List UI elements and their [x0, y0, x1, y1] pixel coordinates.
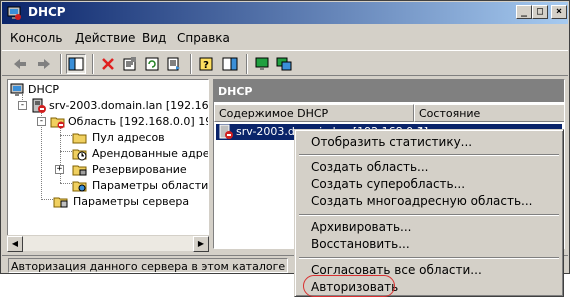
server-icon[interactable]	[252, 54, 272, 74]
dhcp-app-icon	[7, 6, 21, 20]
menu-item-restore[interactable]: Восстановить...	[311, 237, 410, 251]
authorize-highlight	[303, 275, 395, 297]
toolbar-separator	[246, 54, 248, 74]
menu-action[interactable]: Действие	[75, 31, 135, 45]
toolbar-separator	[60, 54, 62, 74]
scroll-left-icon[interactable]: ◀	[7, 236, 23, 252]
show-tree-icon[interactable]	[66, 54, 86, 74]
forward-arrow-icon[interactable]	[34, 54, 54, 74]
tree-label: srv-2003.domain.lan [192.168.0.	[49, 99, 209, 112]
tree-label: Пул адресов	[92, 131, 165, 144]
tree-label: Резервирование	[92, 163, 187, 176]
menu-item-new-superscope[interactable]: Создать суперобласть...	[311, 177, 465, 191]
tree-label: Область [192.168.0.0] 192	[68, 115, 209, 128]
menu-item-new-multicast-scope[interactable]: Создать многоадресную область...	[311, 194, 533, 208]
server-unauthorized-icon	[32, 98, 46, 113]
menu-separator	[299, 214, 559, 216]
tree-horizontal-scrollbar[interactable]: ◀ ▶	[7, 235, 209, 252]
tree-label: DHCP	[28, 83, 60, 96]
tree-item-reservations[interactable]: + Резервирование	[55, 162, 208, 178]
dhcp-root-icon	[10, 83, 24, 96]
toolbar-separator	[190, 54, 192, 74]
title-bar[interactable]: DHCP _ □ ×	[2, 2, 568, 24]
svg-text:?: ?	[203, 60, 209, 71]
column-status[interactable]: Состояние	[414, 104, 564, 122]
menu-separator	[299, 257, 559, 259]
minimize-button[interactable]: _	[516, 5, 532, 19]
tree-label: Арендованные адреса	[92, 147, 209, 160]
column-contents[interactable]: Содержимое DHCP	[214, 104, 414, 122]
leases-clock-icon	[72, 149, 87, 161]
menu-item-new-scope[interactable]: Создать область...	[311, 160, 429, 174]
scroll-right-icon[interactable]: ▶	[193, 236, 209, 252]
collapse-toggle[interactable]: -	[37, 117, 46, 126]
menu-console[interactable]: Консоль	[10, 31, 62, 45]
delete-icon[interactable]	[98, 54, 118, 74]
menu-item-show-statistics[interactable]: Отобразить статистику...	[311, 135, 472, 149]
tree-line	[60, 151, 72, 152]
window-title: DHCP	[28, 5, 66, 19]
tree-item-scope-options[interactable]: Параметры области	[72, 178, 209, 194]
menu-separator	[299, 154, 559, 156]
tree-line	[60, 183, 72, 184]
folder-icon	[72, 133, 87, 144]
close-button[interactable]: ×	[551, 5, 567, 19]
status-text: Авторизация данного сервера в этом катал…	[8, 258, 288, 273]
menu-bar: Консоль Действие Вид Справка	[2, 28, 568, 48]
tree-item-scope[interactable]: - Область [192.168.0.0] 192	[37, 114, 209, 130]
tree-item-server-options[interactable]: Параметры сервера	[53, 194, 208, 210]
refresh-icon[interactable]	[142, 54, 162, 74]
properties-icon[interactable]	[120, 54, 140, 74]
server-unauthorized-icon	[219, 124, 233, 139]
tree-item-server[interactable]: - srv-2003.domain.lan [192.168.0.	[18, 98, 208, 114]
help-icon[interactable]: ?	[196, 54, 216, 74]
toolbar: ?	[2, 50, 568, 76]
server-options-icon	[53, 197, 68, 208]
maximize-button[interactable]: □	[532, 5, 548, 19]
menu-help[interactable]: Справка	[177, 31, 230, 45]
console-tree[interactable]: DHCP - srv-2003.domain.lan [192.168.0. -…	[7, 79, 209, 249]
server-connect-icon[interactable]	[274, 54, 294, 74]
tree-item-leases[interactable]: Арендованные адреса	[72, 146, 209, 162]
back-arrow-icon[interactable]	[10, 54, 30, 74]
menu-view[interactable]: Вид	[142, 31, 166, 45]
action-pane-icon[interactable]	[220, 54, 240, 74]
context-menu: Отобразить статистику... Создать область…	[294, 129, 564, 297]
tree-line	[41, 199, 53, 200]
tree-line	[60, 135, 72, 136]
tree-item-dhcp[interactable]: DHCP	[10, 82, 200, 98]
tree-item-address-pool[interactable]: Пул адресов	[72, 130, 208, 146]
scope-folder-icon	[50, 117, 65, 129]
reservations-folder-icon	[72, 165, 87, 176]
tree-label: Параметры области	[92, 179, 209, 192]
details-header: DHCP	[214, 80, 564, 102]
tree-label: Параметры сервера	[73, 195, 190, 208]
export-list-icon[interactable]	[164, 54, 184, 74]
toolbar-separator	[92, 54, 94, 74]
menu-item-backup[interactable]: Архивировать...	[311, 220, 412, 234]
scope-options-icon	[72, 181, 87, 192]
collapse-toggle[interactable]: -	[18, 101, 27, 110]
expand-toggle[interactable]: +	[55, 165, 64, 174]
